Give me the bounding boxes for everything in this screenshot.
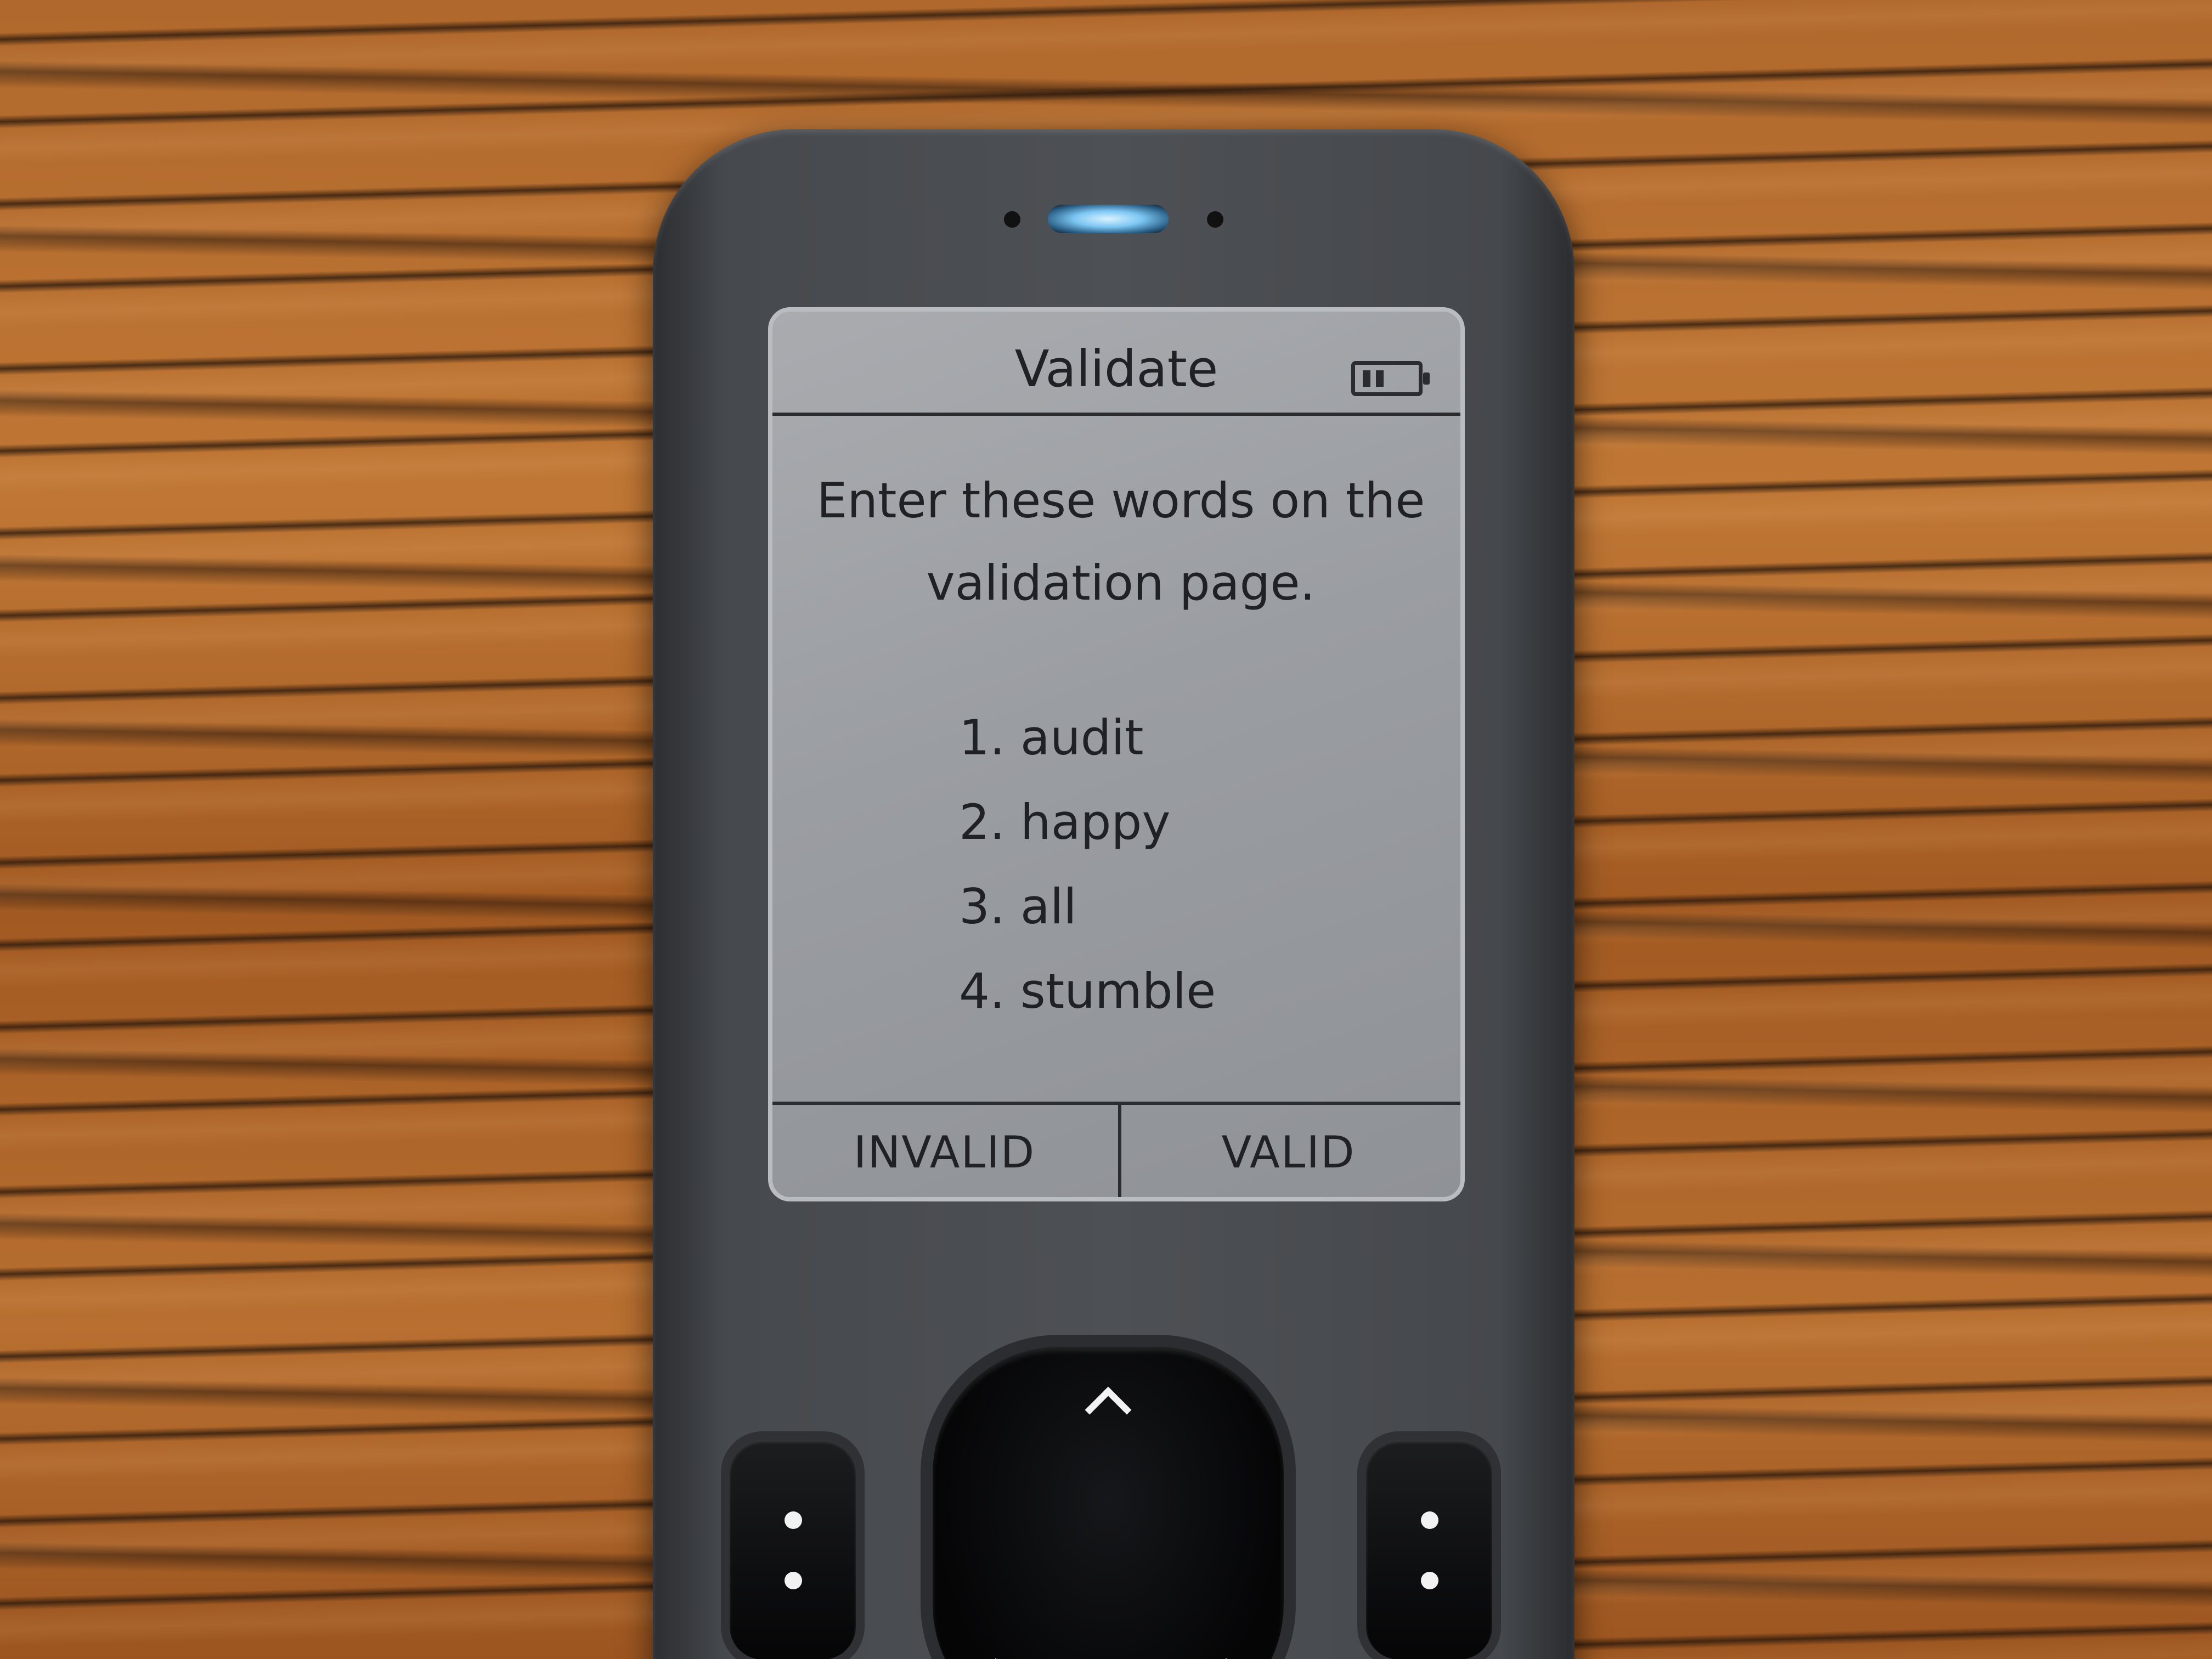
two-dot-icon	[1421, 1572, 1438, 1589]
validation-word-list: 1. audit 2. happy 3. all 4. stumble	[959, 696, 1216, 1034]
softkey-bar: INVALID VALID	[772, 1102, 1460, 1197]
valid-softkey[interactable]: VALID	[1116, 1127, 1460, 1178]
left-soft-button[interactable]	[730, 1440, 856, 1659]
list-item: 2. happy	[959, 794, 1171, 850]
list-item: 3. all	[959, 878, 1077, 935]
two-dot-icon	[1421, 1511, 1438, 1529]
two-dot-icon	[785, 1572, 802, 1589]
battery-level-bar	[1376, 370, 1384, 387]
sensor-dot	[1004, 211, 1020, 228]
instruction-text: Enter these words on the validation page…	[816, 472, 1425, 611]
navigation-dpad[interactable]	[933, 1347, 1284, 1659]
status-led	[1048, 205, 1169, 233]
chevron-up-icon[interactable]	[1085, 1386, 1132, 1434]
hardware-wallet-device: Validate Enter these words on the valida…	[653, 129, 1575, 1659]
list-item: 1. audit	[959, 709, 1144, 766]
battery-icon	[1351, 361, 1430, 396]
battery-level-bar	[1363, 370, 1370, 387]
list-item: 4. stumble	[959, 963, 1216, 1019]
sensor-dot	[1207, 211, 1223, 228]
right-soft-button[interactable]	[1366, 1440, 1492, 1659]
screen-header: Validate	[772, 312, 1460, 416]
device-screen: Validate Enter these words on the valida…	[768, 307, 1465, 1201]
two-dot-icon	[785, 1511, 802, 1529]
invalid-softkey[interactable]: INVALID	[772, 1127, 1116, 1178]
